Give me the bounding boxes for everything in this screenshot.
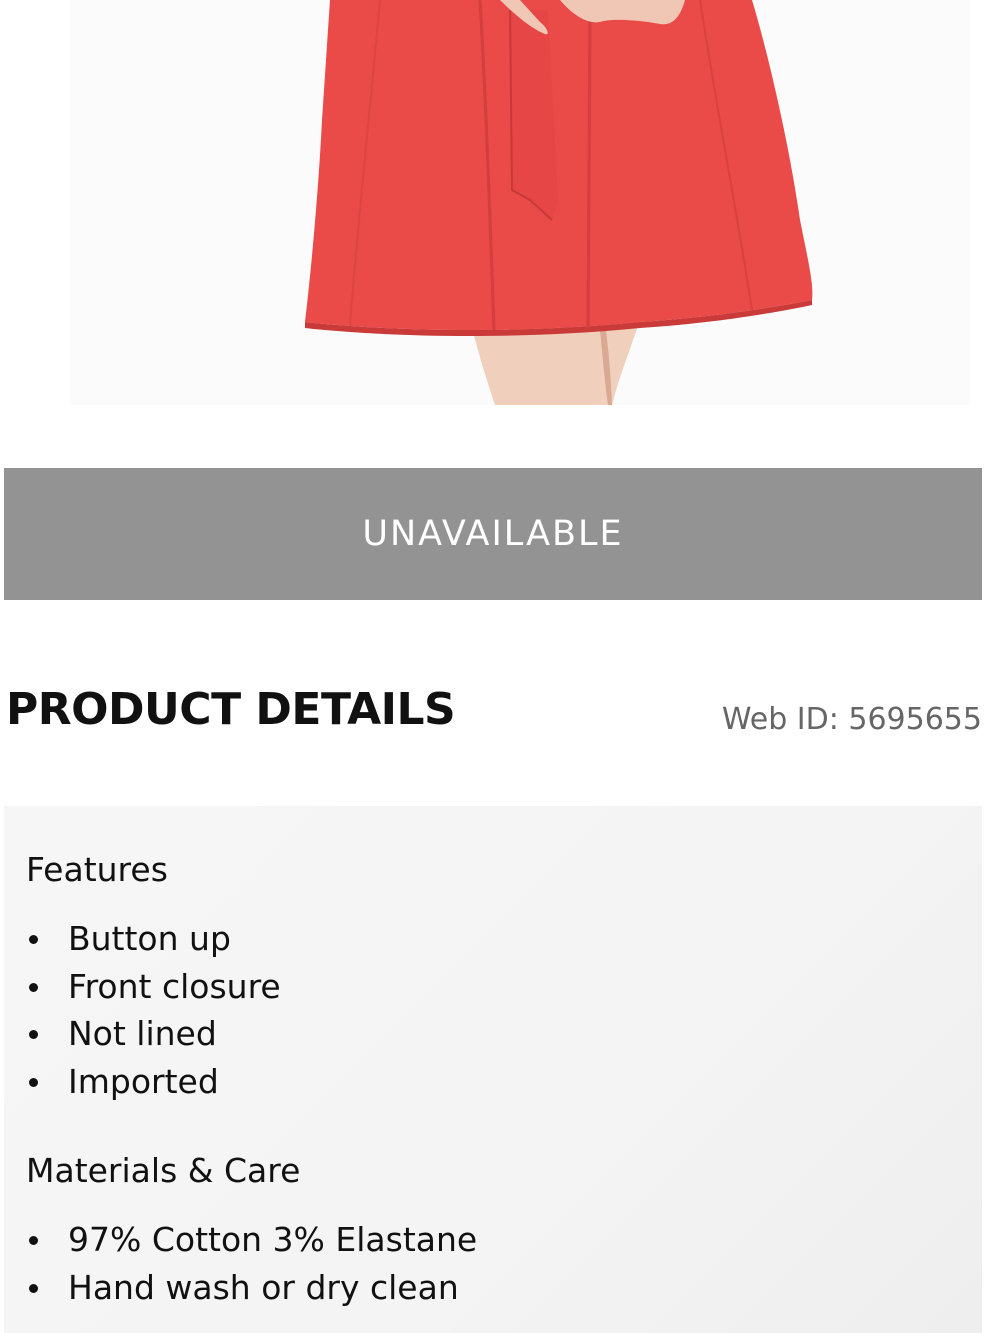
bullet-icon <box>29 1077 38 1087</box>
list-item: Button up <box>26 915 281 963</box>
bullet-icon <box>29 935 38 944</box>
product-details-title: PRODUCT DETAILS <box>6 684 456 735</box>
bullet-icon <box>29 982 38 992</box>
list-item: Imported <box>26 1058 281 1106</box>
unavailable-button[interactable]: UNAVAILABLE <box>4 468 982 600</box>
skirt-illustration <box>0 0 1000 410</box>
list-item: Hand wash or dry clean <box>26 1264 477 1312</box>
bullet-icon <box>29 1236 38 1245</box>
bullet-icon <box>29 1283 38 1293</box>
bullet-icon <box>29 1030 38 1039</box>
features-heading: Features <box>26 850 168 889</box>
materials-care-heading: Materials & Care <box>26 1151 301 1190</box>
materials-care-list: 97% Cotton 3% Elastane Hand wash or dry … <box>26 1216 477 1311</box>
skirt-shape <box>305 0 813 330</box>
product-image <box>0 0 1000 410</box>
list-item: 97% Cotton 3% Elastane <box>26 1216 477 1264</box>
product-page: UNAVAILABLE PRODUCT DETAILS Web ID: 5695… <box>0 0 1000 1333</box>
features-list: Button up Front closure Not lined Import… <box>26 915 281 1105</box>
list-item: Front closure <box>26 963 281 1011</box>
web-id-label: Web ID: 5695655 <box>721 702 982 737</box>
product-details-panel: Features Button up Front closure Not lin… <box>4 806 982 1333</box>
list-item: Not lined <box>26 1010 281 1058</box>
product-details-header: PRODUCT DETAILS Web ID: 5695655 <box>6 680 982 750</box>
